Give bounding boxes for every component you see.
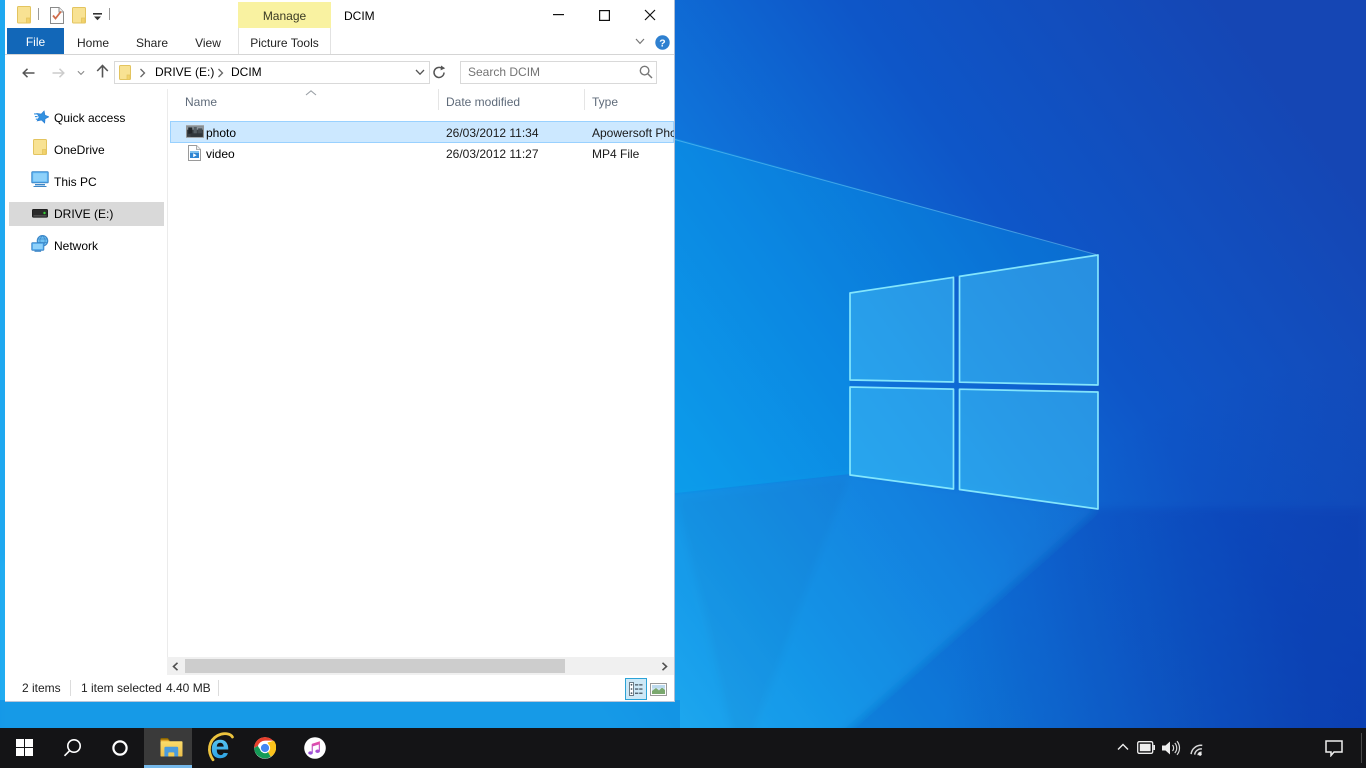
svg-text:?: ? [659, 37, 665, 49]
